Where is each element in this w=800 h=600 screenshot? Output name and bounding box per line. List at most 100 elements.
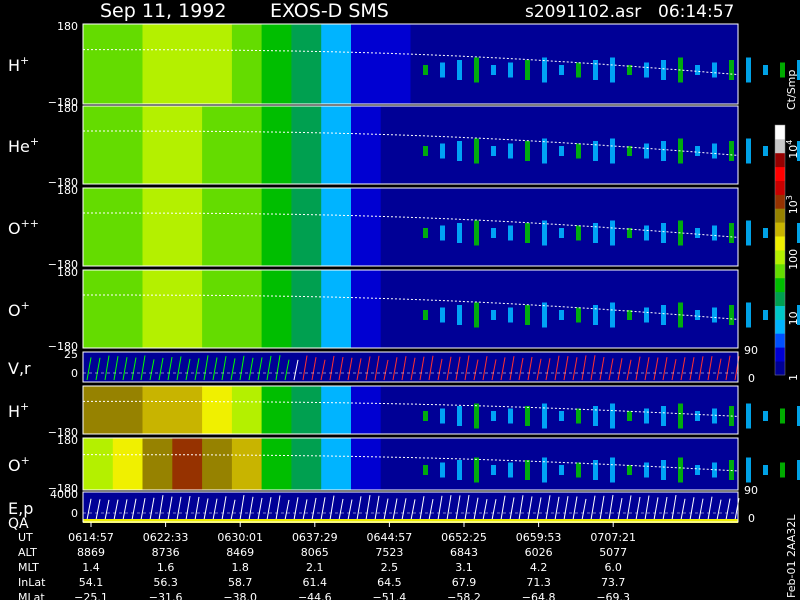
colorbar-segment [775, 236, 785, 251]
colorbar-segment [775, 347, 785, 362]
spectrogram-band [231, 270, 263, 348]
burst-mark [644, 225, 649, 241]
burst-mark [593, 305, 598, 325]
panel-label-superscript: + [21, 454, 30, 467]
colorbar-segment [775, 277, 785, 293]
spectrogram-band [231, 106, 263, 184]
colorbar-segment [775, 319, 785, 334]
panel-label-superscript: + [30, 135, 39, 148]
orbit-cell: 8869 [77, 546, 105, 559]
spectrogram-band [261, 188, 292, 266]
burst-mark [491, 411, 496, 421]
orbit-cell: 0637:29 [292, 531, 338, 544]
burst-mark [508, 62, 513, 78]
orbit-cell: 54.1 [79, 576, 104, 589]
burst-mark [712, 143, 717, 159]
orbit-cell: 0644:57 [367, 531, 413, 544]
colorbar-tick-label: 100 [787, 249, 800, 270]
spectrogram-band [351, 270, 382, 348]
orbit-cell: 2.1 [306, 561, 324, 574]
burst-mark [610, 403, 615, 429]
burst-mark [746, 403, 751, 429]
panels: H+180−180He+180−180O++180−180O+180−180V,… [8, 20, 800, 532]
spectrogram-band [321, 106, 352, 184]
burst-mark [661, 60, 666, 80]
spectrogram-band [321, 438, 352, 490]
spectrogram-band [231, 438, 263, 490]
burst-mark [695, 465, 700, 475]
burst-mark [457, 60, 462, 80]
orbit-cell: −51.4 [373, 591, 407, 600]
panel-ymid: 0 [71, 507, 78, 520]
burst-mark [712, 307, 717, 323]
spectrogram-band [351, 24, 382, 104]
burst-mark [746, 220, 751, 246]
header-instrument: EXOS-D SMS [270, 0, 389, 22]
panel-right-top: 90 [744, 484, 758, 497]
burst-mark [695, 228, 700, 238]
spectrogram-band [410, 106, 441, 184]
orbit-cell: 6026 [525, 546, 553, 559]
panel-label: V,r [8, 359, 31, 378]
orbit-cell: 0622:33 [143, 531, 189, 544]
burst-mark [593, 406, 598, 426]
burst-mark [559, 411, 564, 421]
orbit-row-label: UT [18, 531, 33, 544]
burst-mark [576, 143, 581, 159]
spectrogram-band [142, 438, 173, 490]
colorbar-segment [775, 305, 785, 320]
burst-mark [423, 465, 428, 475]
spectrogram-band [112, 24, 144, 104]
footer-side-text: Feb-01 2AA32L [785, 514, 798, 598]
colorbar-segment [775, 138, 785, 154]
burst-mark [525, 406, 530, 426]
spectrogram-band [142, 24, 173, 104]
burst-mark [661, 305, 666, 325]
burst-mark [457, 460, 462, 480]
burst-mark [729, 460, 734, 480]
panel-ymax: 180 [57, 20, 78, 33]
spectrogram-band [202, 188, 233, 266]
colorbar-tick-superscript: 3 [785, 195, 794, 200]
spectrogram-band [321, 188, 352, 266]
burst-mark [763, 65, 768, 75]
burst-mark [474, 57, 479, 83]
spectrogram-band [83, 188, 114, 266]
burst-mark [610, 138, 615, 164]
orbit-cell: 8736 [152, 546, 180, 559]
spectrogram-band [410, 270, 441, 348]
burst-mark [440, 62, 445, 78]
spectrogram-band [678, 24, 709, 104]
spectrogram-band [678, 188, 709, 266]
burst-mark [644, 307, 649, 323]
burst-mark [559, 465, 564, 475]
burst-mark [678, 403, 683, 429]
orbit-cell: 0707:21 [590, 531, 636, 544]
burst-mark [440, 462, 445, 478]
burst-mark [525, 223, 530, 243]
burst-mark [746, 138, 751, 164]
colorbar-segment [775, 263, 785, 279]
spectrogram-band [678, 106, 709, 184]
panel-hp: H+180−180 [8, 20, 800, 109]
spectrogram-band [202, 106, 233, 184]
spectrogram-band [380, 188, 412, 266]
burst-mark [695, 146, 700, 156]
burst-mark [457, 305, 462, 325]
burst-mark [576, 462, 581, 478]
burst-mark [491, 310, 496, 320]
orbit-cell: 3.1 [455, 561, 473, 574]
spectrogram-band [380, 386, 412, 434]
spectrogram-band [559, 106, 590, 184]
colorbar-segment [775, 250, 785, 265]
header-time: 06:14:57 [658, 2, 734, 22]
burst-mark [525, 60, 530, 80]
spectrogram-band [321, 24, 352, 104]
panel-op: O+180−180 [8, 266, 800, 353]
burst-mark [508, 408, 513, 424]
colorbar-segment [775, 333, 785, 348]
panel-opp: O++180−180 [8, 184, 800, 271]
panel-label-superscript: + [20, 54, 29, 67]
burst-mark [491, 228, 496, 238]
orbit-cell: −64.8 [522, 591, 556, 600]
